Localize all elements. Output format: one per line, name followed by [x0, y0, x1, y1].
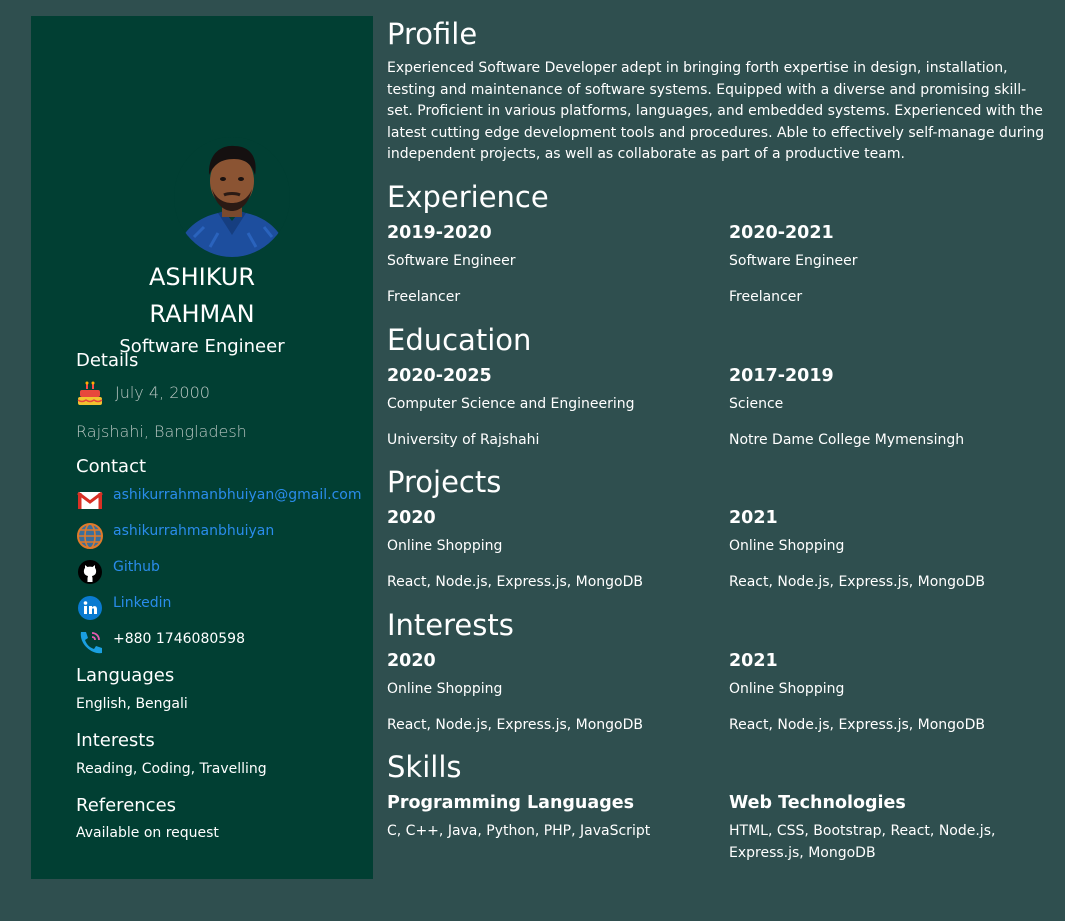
skill-item: Programming Languages C, C++, Java, Pyth…	[387, 792, 707, 842]
interests-heading: Interests	[76, 730, 155, 751]
contact-heading: Contact	[76, 456, 147, 477]
project-title: Online Shopping	[729, 538, 845, 554]
education-institution: Notre Dame College Mymensingh	[729, 432, 965, 448]
skills-heading: Skills	[387, 750, 462, 784]
project-year: 2020	[387, 508, 436, 528]
education-field: Science	[729, 396, 784, 412]
experience-position: Software Engineer	[387, 253, 516, 269]
languages-heading: Languages	[76, 665, 175, 686]
interest-year: 2021	[729, 651, 778, 671]
project-tech: React, Node.js, Express.js, MongoDB	[387, 574, 644, 590]
profile-photo	[174, 137, 290, 257]
interest-tech: React, Node.js, Express.js, MongoDB	[729, 717, 986, 733]
github-icon	[76, 558, 104, 586]
experience-heading: Experience	[387, 180, 549, 214]
interest-title: Online Shopping	[729, 681, 845, 697]
education-year: 2017-2019	[729, 366, 834, 386]
references-heading: References	[76, 795, 177, 816]
birthday-cake-icon	[76, 380, 104, 408]
birthday-text: July 4, 2000	[115, 383, 210, 402]
phone-icon	[76, 628, 104, 656]
education-year: 2020-2025	[387, 366, 492, 386]
experience-year: 2019-2020	[387, 223, 492, 243]
education-heading: Education	[387, 323, 532, 357]
interest-tech: React, Node.js, Express.js, MongoDB	[387, 717, 644, 733]
project-title: Online Shopping	[387, 538, 503, 554]
linkedin-icon	[76, 594, 104, 622]
person-name: ASHIKUR RAHMAN	[31, 259, 373, 333]
experience-item: 2019-2020 Software Engineer Freelancer	[387, 222, 707, 308]
linkedin-link[interactable]: Linkedin	[113, 595, 171, 611]
globe-icon	[76, 522, 104, 550]
interests-text: Reading, Coding, Travelling	[76, 761, 267, 777]
interests-main-heading: Interests	[387, 608, 514, 642]
experience-item: 2020-2021 Software Engineer Freelancer	[729, 222, 1049, 308]
education-field: Computer Science and Engineering	[387, 396, 635, 412]
details-heading: Details	[76, 350, 139, 371]
github-link[interactable]: Github	[113, 559, 160, 575]
location-text: Rajshahi, Bangladesh	[76, 422, 247, 441]
email-link[interactable]: ashikurrahmanbhuiyan@gmail.com	[113, 487, 362, 503]
skill-item: Web Technologies HTML, CSS, Bootstrap, R…	[729, 792, 1049, 864]
gmail-icon	[76, 486, 104, 514]
profile-heading: Profile	[387, 17, 478, 51]
interest-year: 2020	[387, 651, 436, 671]
interest-title: Online Shopping	[387, 681, 503, 697]
project-item: 2020 Online Shopping React, Node.js, Exp…	[387, 507, 707, 593]
experience-position: Software Engineer	[729, 253, 858, 269]
experience-company: Freelancer	[729, 289, 803, 305]
first-name: ASHIKUR	[148, 263, 256, 291]
profile-text: Experienced Software Developer adept in …	[387, 60, 1045, 163]
phone-text: +880 1746080598	[113, 631, 245, 647]
project-year: 2021	[729, 508, 778, 528]
languages-text: English, Bengali	[76, 696, 188, 712]
project-tech: React, Node.js, Express.js, MongoDB	[729, 574, 986, 590]
education-item: 2020-2025 Computer Science and Engineeri…	[387, 365, 707, 451]
last-name: RAHMAN	[149, 300, 255, 328]
skill-title: Programming Languages	[387, 793, 635, 813]
skill-title: Web Technologies	[729, 793, 906, 813]
education-institution: University of Rajshahi	[387, 432, 540, 448]
interest-item: 2021 Online Shopping React, Node.js, Exp…	[729, 650, 1049, 736]
education-item: 2017-2019 Science Notre Dame College Mym…	[729, 365, 1049, 451]
interest-item: 2020 Online Shopping React, Node.js, Exp…	[387, 650, 707, 736]
project-item: 2021 Online Shopping React, Node.js, Exp…	[729, 507, 1049, 593]
resume-page: ASHIKUR RAHMAN Software Engineer Details…	[0, 0, 1065, 921]
skill-text: HTML, CSS, Bootstrap, React, Node.js, Ex…	[729, 823, 996, 861]
experience-year: 2020-2021	[729, 223, 834, 243]
references-text: Available on request	[76, 825, 219, 841]
website-link[interactable]: ashikurrahmanbhuiyan	[113, 523, 274, 539]
projects-heading: Projects	[387, 465, 502, 499]
sidebar: ASHIKUR RAHMAN Software Engineer Details…	[31, 16, 373, 879]
avatar	[174, 137, 290, 257]
skill-text: C, C++, Java, Python, PHP, JavaScript	[387, 823, 651, 839]
experience-company: Freelancer	[387, 289, 461, 305]
